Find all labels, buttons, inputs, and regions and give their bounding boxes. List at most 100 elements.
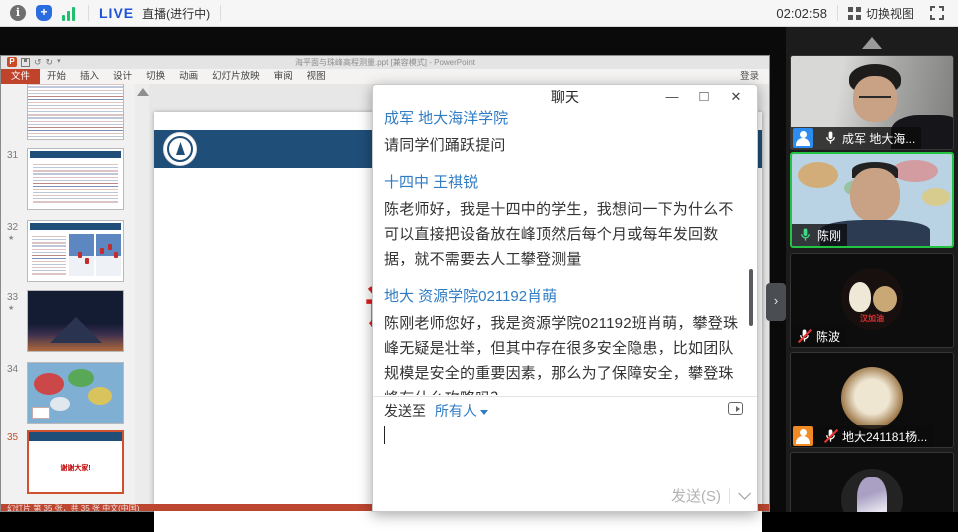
participant-name: 陈刚 bbox=[817, 227, 841, 244]
powerpoint-title: 海平面与珠峰高程测量.ppt [兼容模式] - PowerPoint bbox=[1, 56, 769, 69]
participant-name: 成军 地大海... bbox=[842, 130, 915, 147]
slide-thumbnail-32[interactable] bbox=[27, 220, 124, 282]
slide-thumbnail-panel: 31 32 ★ 33 ★ bbox=[1, 84, 135, 504]
participant-avatar: 汉加油 bbox=[841, 268, 903, 330]
slide-thumbnail-33[interactable] bbox=[27, 290, 124, 352]
video-tile-bottom[interactable] bbox=[790, 452, 954, 512]
video-tile-chenbo[interactable]: 汉加油 陈波 bbox=[790, 253, 954, 348]
chat-input-area[interactable] bbox=[373, 420, 757, 482]
switch-view-label: 切换视图 bbox=[866, 5, 914, 22]
chat-message: 请同学们踊跃提问 bbox=[384, 133, 741, 158]
mic-muted-icon bbox=[797, 328, 812, 344]
collapse-panel-tab[interactable]: › bbox=[766, 283, 786, 321]
animation-star-icon: ★ bbox=[8, 304, 14, 312]
slide-thumbnail-31[interactable] bbox=[27, 148, 124, 210]
slide-text-block bbox=[32, 234, 66, 276]
mountain-graphic bbox=[50, 317, 102, 343]
climber-photo bbox=[69, 234, 94, 276]
minimize-button[interactable]: — bbox=[659, 85, 685, 109]
network-signal-icon bbox=[62, 5, 78, 21]
text-cursor bbox=[384, 426, 385, 444]
slide-header-bar bbox=[30, 223, 121, 230]
tab-design[interactable]: 设计 bbox=[106, 69, 139, 84]
slide-header-bar bbox=[29, 432, 122, 441]
tab-file[interactable]: 文件 bbox=[1, 69, 40, 84]
animation-star-icon: ★ bbox=[8, 234, 14, 242]
scroll-up-arrow[interactable] bbox=[137, 88, 149, 96]
tab-home[interactable]: 开始 bbox=[40, 69, 73, 84]
sign-in-link[interactable]: 登录 bbox=[730, 69, 769, 84]
chat-message: 陈刚老师您好，我是资源学院021192班肖萌，攀登珠峰无疑是壮举，但其中存在很多… bbox=[384, 311, 741, 395]
chat-window: 聊天 — □ ✕ 成军 地大海洋学院 请同学们踊跃提问 十四中 王祺锐 陈老师好… bbox=[372, 84, 758, 512]
map-blob bbox=[34, 373, 64, 395]
climber-photo bbox=[96, 234, 121, 276]
qat-more-icon[interactable]: ▾ bbox=[57, 57, 61, 67]
chat-message-list[interactable]: 成军 地大海洋学院 请同学们踊跃提问 十四中 王祺锐 陈老师好，我是十四中的学生… bbox=[384, 110, 741, 395]
mic-active-icon bbox=[798, 227, 813, 243]
slide-number: 31 bbox=[7, 150, 18, 161]
map-blob bbox=[68, 369, 94, 387]
member-person-icon bbox=[793, 426, 813, 446]
slide-text-block bbox=[33, 162, 118, 204]
participant-name-bar: 地大241181杨... bbox=[791, 425, 933, 447]
slide-thumbnail-34[interactable] bbox=[27, 362, 124, 424]
slide-number: 35 bbox=[7, 432, 18, 443]
tab-insert[interactable]: 插入 bbox=[73, 69, 106, 84]
participant-name-bar: 陈波 bbox=[791, 325, 846, 347]
popout-chat-icon[interactable] bbox=[728, 402, 743, 415]
save-icon[interactable] bbox=[21, 58, 30, 67]
tab-view[interactable]: 视图 bbox=[300, 69, 333, 84]
ribbon-tabs: 文件 开始 插入 设计 切换 动画 幻灯片放映 审阅 视图 登录 bbox=[1, 69, 769, 84]
meeting-timer: 02:02:58 bbox=[776, 6, 827, 21]
live-badge: LIVE bbox=[99, 5, 134, 21]
slide-thumbnail-35-selected[interactable]: 谢谢大家! bbox=[27, 430, 124, 494]
divider bbox=[729, 488, 730, 504]
video-tile-didayang[interactable]: 地大241181杨... bbox=[790, 352, 954, 448]
slide-thumbnail-30[interactable] bbox=[27, 84, 124, 140]
chat-scrollbar-thumb[interactable] bbox=[749, 269, 753, 326]
chevron-down-icon bbox=[480, 410, 488, 415]
divider bbox=[88, 5, 89, 21]
info-icon[interactable]: i bbox=[10, 5, 26, 21]
participant-name-bar: 成军 地大海... bbox=[791, 127, 921, 149]
close-button[interactable]: ✕ bbox=[723, 85, 749, 109]
powerpoint-logo-icon: P bbox=[7, 57, 17, 67]
participant-name: 陈波 bbox=[816, 328, 840, 345]
slide-number: 33 bbox=[7, 292, 18, 303]
slide-number: 34 bbox=[7, 364, 18, 375]
participant-sidebar: 成军 地大海... 陈刚 汉加油 陈波 bbox=[786, 27, 958, 512]
video-tile-chengjun[interactable]: 成军 地大海... bbox=[790, 55, 954, 150]
map-badge bbox=[32, 407, 50, 419]
participant-avatar bbox=[841, 469, 903, 512]
mic-muted-icon bbox=[823, 428, 838, 444]
tab-animations[interactable]: 动画 bbox=[172, 69, 205, 84]
chat-sender: 十四中 王祺锐 bbox=[384, 171, 741, 192]
meeting-top-bar: i LIVE 直播(进行中) 02:02:58 切换视图 bbox=[0, 0, 958, 27]
tab-slideshow[interactable]: 幻灯片放映 bbox=[205, 69, 267, 84]
switch-view-icon bbox=[848, 7, 861, 20]
redo-icon[interactable]: ↻ bbox=[46, 57, 54, 67]
video-tile-chengang[interactable]: 陈刚 bbox=[790, 152, 954, 248]
participant-avatar bbox=[841, 367, 903, 429]
maximize-button[interactable]: □ bbox=[691, 85, 717, 109]
send-options-chevron-icon[interactable] bbox=[738, 487, 751, 500]
slide-header-bar bbox=[30, 151, 121, 158]
live-status-text: 直播(进行中) bbox=[142, 5, 210, 22]
chat-sender: 地大 资源学院021192肖萌 bbox=[384, 285, 741, 306]
tab-transitions[interactable]: 切换 bbox=[139, 69, 172, 84]
switch-view-button[interactable]: 切换视图 bbox=[848, 5, 914, 22]
send-button[interactable]: 发送(S) bbox=[671, 485, 721, 506]
map-blob bbox=[88, 387, 112, 405]
scroll-up-arrow[interactable] bbox=[862, 37, 882, 49]
send-to-dropdown[interactable]: 所有人 bbox=[435, 403, 477, 419]
participant-name: 地大241181杨... bbox=[842, 428, 927, 445]
undo-icon[interactable]: ↺ bbox=[34, 57, 42, 67]
chat-header: 聊天 — □ ✕ bbox=[373, 85, 757, 110]
avatar-text: 汉加油 bbox=[841, 313, 903, 324]
quick-access-toolbar: P ↺ ↻ ▾ bbox=[7, 57, 61, 67]
security-shield-icon[interactable] bbox=[36, 5, 52, 21]
map-blob bbox=[50, 397, 70, 411]
tab-review[interactable]: 审阅 bbox=[267, 69, 300, 84]
fullscreen-icon[interactable] bbox=[930, 6, 944, 20]
divider bbox=[837, 5, 838, 21]
